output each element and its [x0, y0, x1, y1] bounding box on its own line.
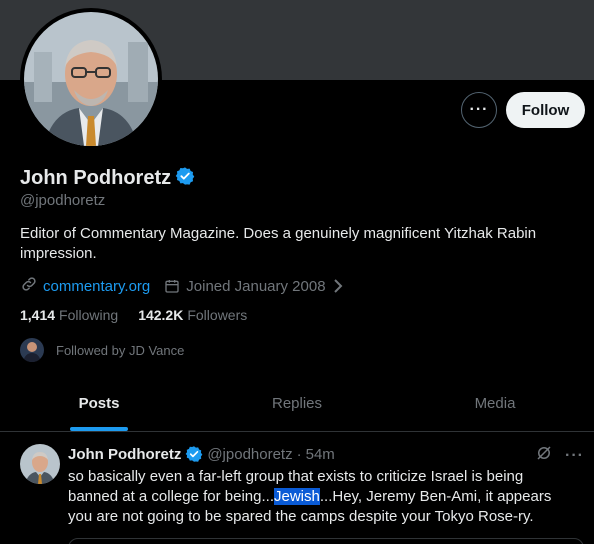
following-count: 1,414 [20, 307, 56, 323]
grok-icon[interactable] [535, 444, 553, 467]
more-options-button[interactable]: ··· [461, 92, 497, 128]
following-label: Following [59, 307, 119, 323]
following-stat[interactable]: 1,414 Following [20, 307, 118, 323]
website-link[interactable]: commentary.org [43, 278, 150, 295]
more-icon: ··· [469, 101, 489, 118]
profile-handle: @jpodhoretz [20, 192, 106, 209]
tweet-header: John Podhoretz @jpodhoretz · 54m [68, 445, 335, 463]
more-icon[interactable]: ··· [565, 447, 584, 465]
tab-replies[interactable]: Replies [198, 376, 396, 431]
chevron-right-icon[interactable] [332, 278, 344, 294]
active-tab-indicator [70, 427, 128, 431]
tab-posts[interactable]: Posts [0, 376, 198, 431]
followed-by-text: Followed by JD Vance [56, 342, 185, 358]
tweet-actions: ··· [535, 444, 584, 467]
tweet-author-name[interactable]: John Podhoretz [68, 446, 181, 463]
followed-by[interactable]: Followed by JD Vance [20, 338, 184, 362]
tab-media-label: Media [474, 395, 516, 412]
verified-badge-icon[interactable] [175, 166, 195, 191]
profile-bio: Editor of Commentary Magazine. Does a ge… [20, 225, 537, 262]
follow-button[interactable]: Follow [506, 92, 585, 128]
tweet-author-handle[interactable]: @jpodhoretz [207, 446, 292, 463]
avatar-image [24, 12, 158, 146]
tab-media[interactable]: Media [396, 376, 594, 431]
highlighted-text: Jewish [274, 488, 320, 505]
tweet-text: so basically even a far-left group that … [68, 467, 568, 527]
tab-replies-label: Replies [271, 395, 323, 412]
tweet-avatar[interactable] [20, 444, 60, 484]
follower-avatar [20, 338, 44, 362]
tweet-embed-card[interactable] [68, 538, 584, 544]
joined-date: Joined January 2008 [186, 277, 326, 295]
profile-avatar[interactable] [20, 8, 162, 150]
tweet-separator: · [296, 445, 302, 463]
calendar-icon [164, 278, 180, 294]
tweet[interactable]: John Podhoretz @jpodhoretz · 54m ··· so … [0, 432, 594, 544]
followers-label: Followers [187, 307, 248, 323]
profile-tabs: Posts Replies Media [0, 376, 594, 432]
tweet-timestamp[interactable]: 54m [306, 446, 335, 463]
link-icon [20, 275, 38, 297]
profile-name: John Podhoretz [20, 167, 172, 189]
profile-meta: commentary.org Joined January 2008 [20, 275, 344, 297]
profile-name-row: John Podhoretz [20, 166, 195, 191]
followers-count: 142.2K [138, 307, 184, 323]
profile-stats: 1,414 Following 142.2K Followers [20, 307, 247, 323]
verified-badge-icon[interactable] [185, 445, 203, 463]
tab-posts-label: Posts [78, 395, 120, 412]
followers-stat[interactable]: 142.2K Followers [138, 307, 247, 323]
